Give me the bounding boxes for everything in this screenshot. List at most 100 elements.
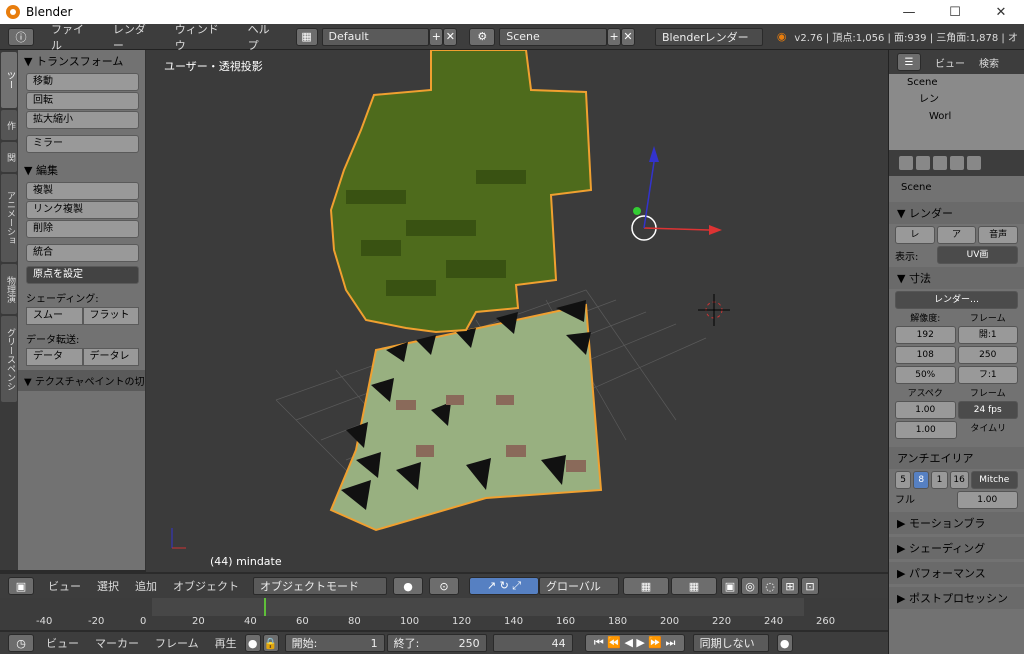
- aa-panel-header[interactable]: アンチエイリア: [889, 447, 1024, 469]
- fps-select[interactable]: 24 fps: [957, 401, 1018, 419]
- post-processing-panel-header[interactable]: ▶ ポストプロセッシン: [889, 587, 1024, 609]
- lock-layer-icon[interactable]: ▣: [721, 577, 739, 595]
- render-engine-select[interactable]: Blenderレンダー: [655, 27, 763, 46]
- scale-button[interactable]: 拡大縮小: [26, 111, 139, 129]
- start-frame-field[interactable]: 開始: 1: [284, 634, 385, 652]
- world-tab-icon[interactable]: [950, 156, 964, 170]
- shade-smooth-button[interactable]: スムー: [26, 307, 83, 325]
- sync-select[interactable]: 同期しない: [692, 634, 769, 652]
- render-anim-button[interactable]: ア: [936, 226, 977, 244]
- scene-icon[interactable]: ⚙: [469, 27, 496, 46]
- translate-button[interactable]: 移動: [26, 73, 139, 91]
- tl-menu-view[interactable]: ビュー: [38, 635, 87, 651]
- tab-animation[interactable]: アニメーショ: [1, 174, 17, 262]
- add-screen-button[interactable]: +: [429, 27, 444, 46]
- aa-8-button[interactable]: 8: [913, 471, 930, 489]
- res-y-field[interactable]: 108: [895, 346, 956, 364]
- dimensions-panel-header[interactable]: ▼ 寸法: [889, 267, 1024, 289]
- outliner-item-world[interactable]: Worl: [889, 108, 1024, 125]
- menu-window[interactable]: ウィンドウ: [166, 21, 239, 53]
- frame-step-field[interactable]: フ:1: [957, 366, 1018, 384]
- aa-filter-select[interactable]: Mitche: [970, 471, 1018, 489]
- menu-file[interactable]: ファイル: [42, 21, 104, 53]
- transform-panel-header[interactable]: ▼ トランスフォーム: [18, 50, 145, 72]
- aa-16-button[interactable]: 16: [949, 471, 969, 489]
- pivot-icon[interactable]: ⊙: [429, 577, 459, 595]
- mode-select[interactable]: オブジェクトモード: [253, 577, 387, 595]
- orientation-select[interactable]: グローバル: [539, 577, 619, 595]
- render-panel-header[interactable]: ▼ レンダー: [889, 202, 1024, 224]
- res-percent-field[interactable]: 50%: [895, 366, 956, 384]
- end-frame-field[interactable]: 終了: 250: [386, 634, 487, 652]
- performance-panel-header[interactable]: ▶ パフォーマンス: [889, 562, 1024, 584]
- outliner-type-icon[interactable]: ☰: [897, 53, 921, 71]
- menu-view[interactable]: ビュー: [40, 578, 89, 594]
- menu-add[interactable]: 追加: [127, 578, 165, 594]
- layers-tab-icon[interactable]: [916, 156, 930, 170]
- record-icon[interactable]: ●: [244, 634, 261, 652]
- motion-blur-panel-header[interactable]: ▶ モーションブラ: [889, 512, 1024, 534]
- aspect-y-field[interactable]: 1.00: [895, 421, 957, 439]
- snap-target-icon[interactable]: ⊡: [801, 577, 819, 595]
- editor-type-icon[interactable]: ⓘ: [8, 27, 34, 46]
- outliner-menu-view[interactable]: ビュー: [935, 55, 965, 70]
- minimize-button[interactable]: —: [886, 5, 932, 20]
- tab-relations[interactable]: 関: [1, 142, 17, 172]
- duplicate-linked-button[interactable]: リンク複製: [26, 201, 139, 219]
- preset-select[interactable]: レンダー…: [895, 291, 1018, 309]
- scene-tab-icon[interactable]: [933, 156, 947, 170]
- close-button[interactable]: ✕: [978, 5, 1024, 20]
- data-layout-button[interactable]: データレ: [82, 348, 139, 366]
- data-transfer-button[interactable]: データ: [26, 348, 83, 366]
- display-select[interactable]: UV画: [937, 246, 1018, 264]
- shade-flat-button[interactable]: フラット: [82, 307, 139, 325]
- remove-screen-button[interactable]: ✕: [443, 27, 458, 46]
- delete-button[interactable]: 削除: [26, 220, 139, 238]
- menu-help[interactable]: ヘルプ: [239, 21, 290, 53]
- mirror-button[interactable]: ミラー: [26, 135, 139, 153]
- screen-field[interactable]: Default: [321, 27, 430, 46]
- tab-physics[interactable]: 物理演: [1, 264, 17, 314]
- texture-paint-panel-header[interactable]: ▼ テクスチャペイントの切: [18, 370, 145, 391]
- tab-tools[interactable]: ツー: [1, 52, 17, 108]
- maximize-button[interactable]: ☐: [932, 5, 978, 20]
- full-sample-checkbox[interactable]: フル: [895, 491, 955, 509]
- menu-select[interactable]: 選択: [89, 578, 127, 594]
- tab-grease-pencil[interactable]: グリースペンシ: [1, 316, 17, 402]
- outliner-item-render[interactable]: レン: [889, 91, 1024, 108]
- autokey-icon[interactable]: ●: [776, 634, 793, 652]
- shading-mode-icon[interactable]: ●: [393, 577, 423, 595]
- snap-icon[interactable]: ⊞: [781, 577, 799, 595]
- scene-field[interactable]: Scene: [499, 27, 608, 46]
- render-audio-button[interactable]: 音声: [978, 226, 1019, 244]
- render-only-icon[interactable]: ◎: [741, 577, 759, 595]
- outliner-menu-search[interactable]: 検索: [979, 55, 999, 70]
- res-x-field[interactable]: 192: [895, 326, 956, 344]
- duplicate-button[interactable]: 複製: [26, 182, 139, 200]
- aa-5-button[interactable]: 5: [895, 471, 912, 489]
- shading-panel-header[interactable]: ▶ シェーディング: [889, 537, 1024, 559]
- join-button[interactable]: 統合: [26, 244, 139, 262]
- tl-menu-playback[interactable]: 再生: [207, 635, 245, 651]
- rotate-button[interactable]: 回転: [26, 92, 139, 110]
- tl-menu-marker[interactable]: マーカー: [87, 635, 147, 651]
- playback-controls-icon[interactable]: ⏮ ⏪ ◀ ▶ ⏩ ⏭: [584, 634, 685, 652]
- tl-menu-frame[interactable]: フレーム: [147, 635, 207, 651]
- screen-layout-icon[interactable]: ▦: [295, 27, 318, 46]
- menu-render[interactable]: レンダー: [104, 21, 166, 53]
- frame-end-field[interactable]: 250: [957, 346, 1018, 364]
- view3d-type-icon[interactable]: ▣: [8, 577, 34, 595]
- aa-11-button[interactable]: 1: [931, 471, 948, 489]
- aspect-x-field[interactable]: 1.00: [895, 401, 956, 419]
- menu-object[interactable]: オブジェクト: [165, 578, 247, 594]
- add-scene-button[interactable]: +: [607, 27, 622, 46]
- timeline-type-icon[interactable]: ◷: [8, 634, 34, 652]
- object-tab-icon[interactable]: [967, 156, 981, 170]
- outliner-item-scene[interactable]: Scene: [889, 74, 1024, 91]
- proportional-icon[interactable]: ◌: [761, 577, 779, 595]
- render-still-button[interactable]: レ: [895, 226, 935, 244]
- remove-scene-button[interactable]: ✕: [621, 27, 635, 46]
- current-frame-field[interactable]: 44: [492, 634, 573, 652]
- timeline-ruler[interactable]: -40 -20 0 20 40 60 80 100 120 140 160 180 200 220 240 2…: [0, 598, 888, 630]
- filter-size-field[interactable]: 1.00: [956, 491, 1018, 509]
